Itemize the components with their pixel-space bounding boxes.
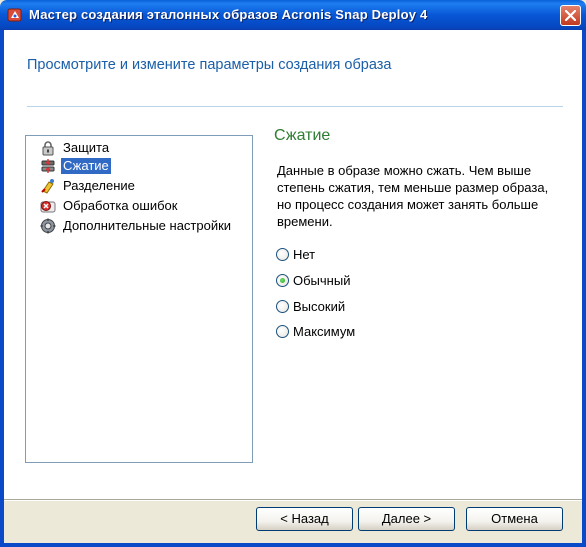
compression-icon	[40, 158, 56, 174]
error-handling-icon	[40, 198, 56, 214]
close-icon	[565, 10, 576, 21]
tree-item-label: Сжатие	[60, 156, 112, 175]
header-divider	[27, 106, 563, 107]
section-description: Данные в образе можно сжать. Чем выше ст…	[277, 163, 549, 229]
radio-button[interactable]	[276, 273, 289, 287]
close-button[interactable]	[560, 5, 581, 26]
lock-icon	[40, 140, 56, 156]
tree-item-label: Защита	[63, 139, 110, 155]
radio-maximum[interactable]: Максимум	[276, 323, 355, 339]
app-icon	[7, 7, 23, 23]
radio-high[interactable]: Высокий	[276, 298, 345, 314]
radio-label: Максимум	[293, 323, 356, 339]
tree-item-label: Разделение	[63, 177, 135, 193]
footer-divider-highlight	[4, 500, 582, 501]
radio-label: Высокий	[293, 298, 346, 314]
tree-item-split[interactable]: Разделение	[40, 177, 137, 194]
wizard-window: Мастер создания эталонных образов Acroni…	[0, 0, 586, 547]
tree-item-additional-settings[interactable]: Дополнительные настройки	[40, 217, 233, 234]
settings-tree[interactable]: Защита Сжатие Разделение Обработка ошибо…	[25, 135, 253, 463]
back-button[interactable]: < Назад	[256, 507, 353, 531]
tree-item-protection[interactable]: Защита	[40, 139, 111, 156]
split-icon	[40, 178, 56, 194]
page-title: Просмотрите и измените параметры создани…	[27, 57, 392, 73]
radio-button[interactable]	[276, 324, 289, 338]
window-frame-right	[582, 30, 586, 547]
radio-normal[interactable]: Обычный	[276, 272, 350, 288]
wizard-header: Просмотрите и измените параметры создани…	[4, 30, 582, 108]
radio-none[interactable]: Нет	[276, 246, 315, 262]
gear-icon	[40, 218, 56, 234]
tree-item-label: Дополнительные настройки	[63, 217, 232, 233]
cancel-button[interactable]: Отмена	[466, 507, 563, 531]
tree-item-compression[interactable]: Сжатие	[40, 156, 112, 175]
radio-button[interactable]	[276, 247, 289, 261]
tree-item-error-handling[interactable]: Обработка ошибок	[40, 197, 179, 214]
tree-item-label: Обработка ошибок	[63, 197, 178, 213]
section-title: Сжатие	[274, 127, 331, 144]
radio-button[interactable]	[276, 299, 289, 313]
window-title: Мастер создания эталонных образов Acroni…	[29, 7, 428, 22]
radio-label: Нет	[293, 246, 316, 262]
wizard-body: Защита Сжатие Разделение Обработка ошибо…	[4, 108, 582, 499]
title-bar[interactable]: Мастер создания эталонных образов Acroni…	[0, 0, 586, 30]
next-button[interactable]: Далее >	[358, 507, 455, 531]
window-frame-bottom	[0, 543, 586, 547]
radio-label: Обычный	[293, 272, 351, 288]
